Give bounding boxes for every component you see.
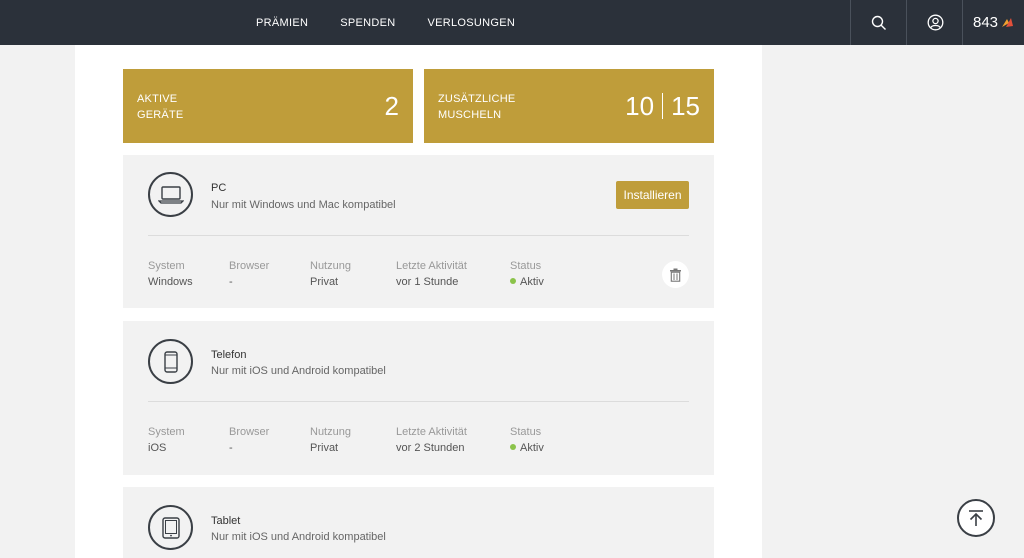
column-system: System Windows	[148, 260, 193, 288]
device-name: Telefon	[211, 349, 247, 361]
account-button[interactable]	[906, 0, 963, 45]
column-header: Nutzung	[310, 426, 351, 438]
stat-label: ZUSÄTZLICHE MUSCHELN	[438, 91, 515, 123]
stat-separator	[662, 93, 664, 119]
column-value: Privat	[310, 276, 339, 288]
stat-active-devices: AKTIVE GERÄTE 2	[123, 69, 413, 143]
user-icon	[927, 14, 943, 31]
column-last-activity: Letzte Aktivität vor 2 Stunden	[396, 426, 467, 454]
column-value: -	[229, 442, 233, 454]
points-button[interactable]: 843	[962, 0, 1024, 45]
stat-value: 10 15	[625, 91, 700, 121]
scroll-to-top-button[interactable]	[957, 499, 995, 537]
arrow-up-icon	[969, 510, 983, 526]
device-icon	[148, 505, 193, 550]
column-value: vor 2 Stunden	[396, 442, 465, 454]
column-header: System	[148, 260, 185, 272]
stat-value: 2	[384, 91, 399, 121]
column-usage: Nutzung Privat	[310, 426, 351, 454]
stat-label-line-1: AKTIVE	[137, 93, 178, 105]
main-nav: PRÄMIEN SPENDEN VERLOSUNGEN	[256, 0, 547, 45]
column-header: Status	[510, 426, 542, 438]
points-value: 843	[972, 14, 999, 31]
stat-value-max: 15	[671, 91, 700, 121]
column-status: Status Aktiv	[510, 426, 544, 454]
column-browser: Browser -	[229, 426, 269, 454]
column-header: Browser	[229, 426, 270, 438]
column-value: Privat	[310, 442, 339, 454]
device-name: PC	[211, 182, 227, 194]
phone-icon	[163, 350, 178, 373]
device-card-phone: Telefon Nur mit iOS und Android kompatib…	[123, 321, 714, 475]
column-value: iOS	[148, 442, 167, 454]
column-header: Letzte Aktivität	[396, 426, 467, 438]
nav-item-spenden[interactable]: SPENDEN	[340, 17, 395, 29]
divider	[148, 401, 689, 402]
status-text: Aktiv	[520, 276, 544, 288]
search-icon	[871, 15, 886, 30]
nav-item-verlosungen[interactable]: VERLOSUNGEN	[428, 17, 516, 29]
device-card-tablet: Tablet Nur mit iOS und Android kompatibe…	[123, 487, 714, 558]
points-display: 843	[973, 14, 1014, 31]
divider	[148, 235, 689, 236]
device-icon	[148, 339, 193, 384]
device-icon	[148, 172, 193, 217]
status-value: Aktiv	[510, 276, 544, 288]
status-dot	[510, 278, 516, 284]
laptop-icon	[157, 185, 184, 204]
trash-icon	[670, 268, 681, 282]
stat-label-line-1: ZUSÄTZLICHE	[438, 93, 516, 105]
brand-icon	[1002, 17, 1014, 27]
delete-device-button[interactable]	[662, 261, 689, 288]
device-name: Tablet	[211, 515, 241, 527]
column-header: Browser	[229, 260, 270, 272]
device-description: Nur mit iOS und Android kompatibel	[211, 365, 386, 377]
column-usage: Nutzung Privat	[310, 260, 351, 288]
tablet-icon	[161, 516, 180, 539]
install-button[interactable]: Installieren	[616, 181, 689, 209]
stat-label-line-2: MUSCHELN	[438, 109, 502, 121]
column-value: -	[229, 276, 233, 288]
column-value: vor 1 Stunde	[396, 276, 459, 288]
device-description: Nur mit iOS und Android kompatibel	[211, 531, 386, 543]
column-header: Nutzung	[310, 260, 351, 272]
status-value: Aktiv	[510, 442, 544, 454]
stat-extra-shells: ZUSÄTZLICHE MUSCHELN 10 15	[424, 69, 714, 143]
stat-value-current: 10	[625, 91, 655, 121]
column-header: Status	[510, 260, 542, 272]
column-system: System iOS	[148, 426, 185, 454]
device-card-pc: PC Nur mit Windows und Mac kompatibel In…	[123, 155, 714, 308]
column-header: Letzte Aktivität	[396, 260, 467, 272]
top-bar: PRÄMIEN SPENDEN VERLOSUNGEN 843	[0, 0, 1024, 45]
device-description: Nur mit Windows und Mac kompatibel	[211, 199, 396, 211]
column-last-activity: Letzte Aktivität vor 1 Stunde	[396, 260, 467, 288]
stat-label-line-2: GERÄTE	[137, 109, 184, 121]
column-header: System	[148, 426, 185, 438]
column-browser: Browser -	[229, 260, 269, 288]
status-text: Aktiv	[520, 442, 544, 454]
stat-label: AKTIVE GERÄTE	[137, 91, 183, 123]
status-dot	[510, 444, 516, 450]
search-button[interactable]	[850, 0, 907, 45]
nav-item-praemien[interactable]: PRÄMIEN	[256, 17, 308, 29]
column-value: Windows	[148, 276, 193, 288]
column-status: Status Aktiv	[510, 260, 544, 288]
